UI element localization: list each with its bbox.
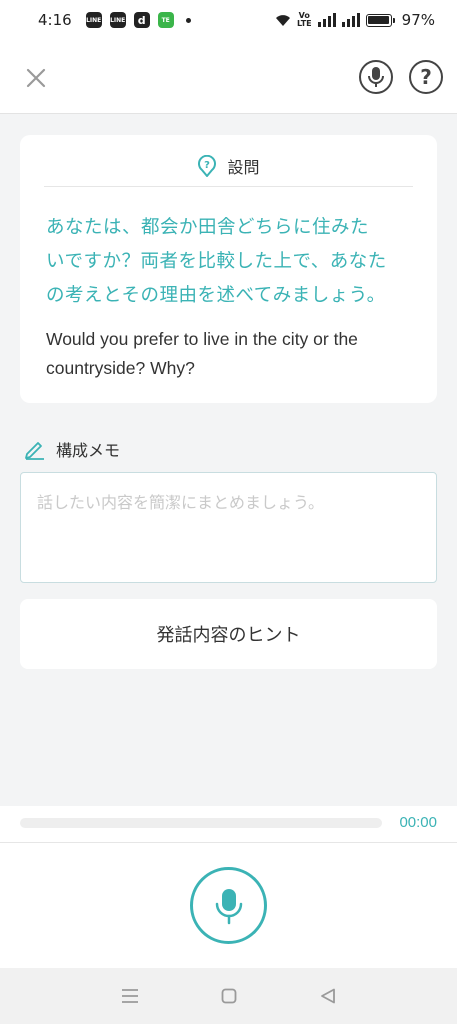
status-time: 4:16	[38, 11, 72, 29]
question-english-line: countryside? Why?	[46, 358, 195, 378]
line-app-icon-2: LINE	[109, 12, 126, 28]
status-left: 4:16 LINE LINE d TE	[38, 11, 191, 29]
signal-icon-2	[341, 13, 360, 27]
microphone-icon	[215, 888, 242, 924]
svg-text:?: ?	[205, 160, 211, 171]
progress-bar	[20, 818, 382, 828]
d-app-icon: d	[133, 12, 150, 28]
menu-icon	[121, 989, 138, 1003]
battery-icon	[365, 13, 395, 27]
wifi-icon	[275, 14, 290, 26]
battery-percent: 97%	[401, 11, 435, 29]
question-english-line: Would you prefer to live in the city or …	[46, 329, 358, 349]
question-card-header: ? 設問	[44, 151, 413, 187]
question-japanese-line: の考えとその理由を述べてみましょう。	[46, 285, 386, 306]
question-heading: 設問	[227, 157, 260, 177]
line-app-icon: LINE	[85, 12, 102, 28]
microphone-icon	[368, 67, 384, 87]
hint-button[interactable]: 発話内容のヒント	[20, 599, 437, 669]
close-button[interactable]	[22, 64, 50, 92]
home-button[interactable]	[209, 976, 249, 1016]
recording-timer: 00:00	[399, 814, 437, 831]
back-button[interactable]	[308, 976, 348, 1016]
system-nav-bar	[0, 968, 457, 1024]
help-button[interactable]: ?	[409, 60, 443, 94]
pencil-icon	[25, 442, 44, 460]
help-icon: ?	[420, 65, 432, 89]
question-japanese-line: あなたは、都会か田舎どちらに住みた	[46, 217, 370, 238]
volte-icon: Vo LTE	[296, 11, 312, 28]
header: ?	[0, 40, 457, 114]
signal-icon	[317, 13, 336, 27]
home-icon	[221, 988, 236, 1004]
memo-label: 構成メモ	[56, 441, 121, 460]
voice-sample-button[interactable]	[359, 60, 393, 94]
te-app-icon: TE	[157, 12, 174, 28]
recording-progress: 00:00	[0, 806, 457, 842]
recents-button[interactable]	[110, 976, 150, 1016]
question-japanese-line: いですか？両者を比較した上で、あなた	[46, 251, 387, 272]
question-japanese: あなたは、都会か田舎どちらに住みた いですか？両者を比較した上で、あなた の考え…	[46, 211, 415, 313]
question-pin-icon: ?	[198, 154, 217, 177]
close-icon	[26, 68, 46, 88]
status-right: Vo LTE 97%	[275, 11, 435, 29]
question-card: ? 設問 あなたは、都会か田舎どちらに住みた いですか？両者を比較した上で、あな…	[20, 135, 437, 403]
question-english: Would you prefer to live in the city or …	[46, 325, 415, 383]
record-button[interactable]	[190, 867, 267, 944]
status-bar: 4:16 LINE LINE d TE Vo LTE 97%	[0, 0, 457, 40]
back-icon	[320, 988, 335, 1004]
memo-label-row: 構成メモ	[24, 437, 120, 461]
record-area	[0, 842, 457, 968]
notification-dot-icon	[185, 17, 191, 23]
memo-input[interactable]	[20, 472, 437, 583]
